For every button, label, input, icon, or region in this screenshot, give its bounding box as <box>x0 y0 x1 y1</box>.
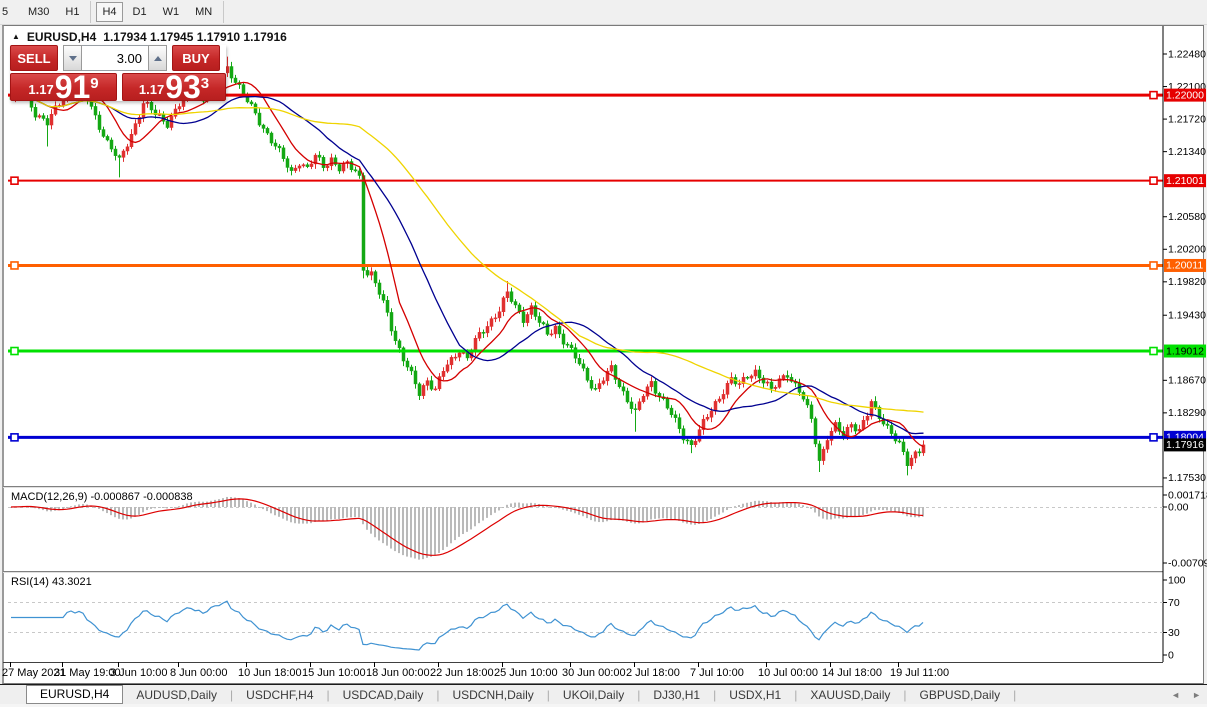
tab-separator: | <box>1013 687 1017 702</box>
chart-tab-dj30-h1[interactable]: DJ30,H1 <box>640 685 713 704</box>
rsi-tick-label: 30 <box>1168 627 1180 639</box>
collapse-arrow-icon[interactable]: ▲ <box>12 32 20 41</box>
buy-price-display[interactable]: 1.17 93 3 <box>122 73 226 101</box>
time-axis-label: 10 Jul 00:00 <box>758 667 818 679</box>
sell-price-display[interactable]: 1.17 91 9 <box>10 73 117 101</box>
rsi-tick-label: 100 <box>1168 574 1186 586</box>
time-axis-label: 25 Jun 10:00 <box>494 667 558 679</box>
time-axis-label: 7 Jul 10:00 <box>690 667 744 679</box>
sell-button[interactable]: SELL <box>10 45 58 71</box>
chart-tabs: EURUSD,H4 AUDUSD,Daily | USDCHF,H4 | USDCAD,D… <box>26 684 1017 704</box>
time-axis-label: 22 Jun 18:00 <box>430 667 494 679</box>
hline-anchor-marker[interactable] <box>10 176 19 185</box>
time-axis-label: 2 Jul 18:00 <box>626 667 680 679</box>
macd-tick-label: 0.00 <box>1168 501 1189 513</box>
chart-tab-usdcad-daily[interactable]: USDCAD,Daily <box>330 685 437 704</box>
svg-text:1.22000: 1.22000 <box>1166 89 1204 101</box>
hline-anchor-marker[interactable] <box>10 433 19 442</box>
rsi-tick-label: 70 <box>1168 597 1180 609</box>
macd-tick-label: 0.001718 <box>1168 489 1207 501</box>
buy-button[interactable]: BUY <box>172 45 220 71</box>
rsi-indicator-label: RSI(14) 43.3021 <box>11 576 92 588</box>
chart-tab-usdcnh-daily[interactable]: USDCNH,Daily <box>439 685 546 704</box>
svg-text:1.21001: 1.21001 <box>1166 175 1204 187</box>
volume-increase-button[interactable] <box>148 45 167 71</box>
ma-55-line <box>11 94 924 413</box>
volume-input[interactable] <box>82 45 148 71</box>
time-axis-label: 3 Jun 10:00 <box>110 667 168 679</box>
sell-price-sup: 9 <box>90 75 99 92</box>
svg-text:1.17916: 1.17916 <box>1166 439 1204 451</box>
one-click-trading-panel: SELL BUY 1.17919 1.17933 <box>10 45 226 101</box>
price-tick-label: 1.19820 <box>1168 276 1206 288</box>
buy-price-sup: 3 <box>200 75 210 92</box>
time-axis-label: 30 Jun 00:00 <box>562 667 626 679</box>
time-axis-label: 19 Jul 11:00 <box>890 667 949 679</box>
horizontal-level-lines[interactable] <box>8 90 1163 442</box>
price-tick-label: 1.20200 <box>1168 244 1206 256</box>
chart-title: ▲ EURUSD,H4 1.17934 1.17945 1.17910 1.17… <box>12 30 287 44</box>
chart-tab-audusd-daily[interactable]: AUDUSD,Daily <box>123 685 230 704</box>
sell-price-big: 91 <box>54 73 91 101</box>
buy-price-base: 1.17 <box>138 82 165 97</box>
time-axis-label: 10 Jun 18:00 <box>238 667 302 679</box>
chart-tab-usdx-h1[interactable]: USDX,H1 <box>716 685 794 704</box>
time-axis-label: 18 Jun 00:00 <box>366 667 430 679</box>
price-tick-label: 1.20580 <box>1168 211 1206 223</box>
price-tick-label: 1.21340 <box>1168 146 1206 158</box>
time-axis-label: 8 Jun 00:00 <box>170 667 228 679</box>
chart-tab-xauusd-daily[interactable]: XAUUSD,Daily <box>797 685 903 704</box>
hline-anchor-marker[interactable] <box>1149 90 1158 100</box>
hline-anchor-marker[interactable] <box>10 346 19 356</box>
chart-canvas[interactable]: 1.224801.221001.217201.213401.205801.202… <box>0 0 1207 707</box>
macd-indicator-label: MACD(12,26,9) -0.000867 -0.000838 <box>11 491 193 503</box>
svg-text:1.20011: 1.20011 <box>1166 260 1203 272</box>
rsi-tick-label: 0 <box>1168 649 1174 661</box>
price-tick-label: 1.18290 <box>1168 407 1206 419</box>
price-tick-label: 1.22480 <box>1168 48 1206 60</box>
macd-tick-label: -0.00709 <box>1168 557 1207 569</box>
chart-ohlc-values: 1.17934 1.17945 1.17910 1.17916 <box>103 30 287 44</box>
chart-tab-usdchf-h4[interactable]: USDCHF,H4 <box>233 685 326 704</box>
buy-price-big: 93 <box>165 73 201 101</box>
spinner-down-icon <box>68 55 77 61</box>
spinner-up-icon <box>153 55 162 61</box>
time-axis-label: 15 Jun 10:00 <box>302 667 366 679</box>
time-axis-label: 14 Jul 18:00 <box>822 667 882 679</box>
price-tick-label: 1.17530 <box>1168 472 1206 484</box>
chart-tab-ukoil-daily[interactable]: UKOil,Daily <box>550 685 637 704</box>
hline-anchor-marker[interactable] <box>1149 433 1158 442</box>
rsi-line <box>11 600 924 651</box>
tab-scroll-right-icon[interactable]: ► <box>1192 690 1201 700</box>
volume-decrease-button[interactable] <box>63 45 82 71</box>
mt4-terminal: 5 M30 H1 H4 D1 W1 MN 1.22480 1.22100 1.21720 1.21… <box>0 0 1207 707</box>
hline-anchor-marker[interactable] <box>10 261 19 270</box>
sell-price-base: 1.17 <box>28 82 54 97</box>
tab-scroll-arrows: ◄ ► <box>1171 685 1201 704</box>
price-tick-label: 1.19430 <box>1168 310 1206 322</box>
time-axis: 27 May 202131 May 19:003 Jun 10:00 8 Jun … <box>2 662 949 679</box>
tab-scroll-left-icon[interactable]: ◄ <box>1171 690 1180 700</box>
svg-text:1.19012: 1.19012 <box>1166 345 1204 357</box>
chart-tab-eurusd-h4[interactable]: EURUSD,H4 <box>26 684 124 704</box>
chart-tab-gbpusd-daily[interactable]: GBPUSD,Daily <box>906 685 1013 704</box>
rsi-panel: 100 70 30 0 <box>8 574 1186 661</box>
chart-tab-bar: EURUSD,H4 AUDUSD,Daily | USDCHF,H4 | USDCAD,D… <box>0 684 1207 704</box>
chart-symbol-period: EURUSD,H4 <box>26 30 97 44</box>
hline-anchor-marker[interactable] <box>1149 176 1158 185</box>
hline-anchor-marker[interactable] <box>1149 261 1158 270</box>
price-tick-label: 1.21720 <box>1168 113 1206 125</box>
hline-anchor-marker[interactable] <box>1149 346 1158 356</box>
price-tick-label: 1.18670 <box>1168 375 1206 387</box>
